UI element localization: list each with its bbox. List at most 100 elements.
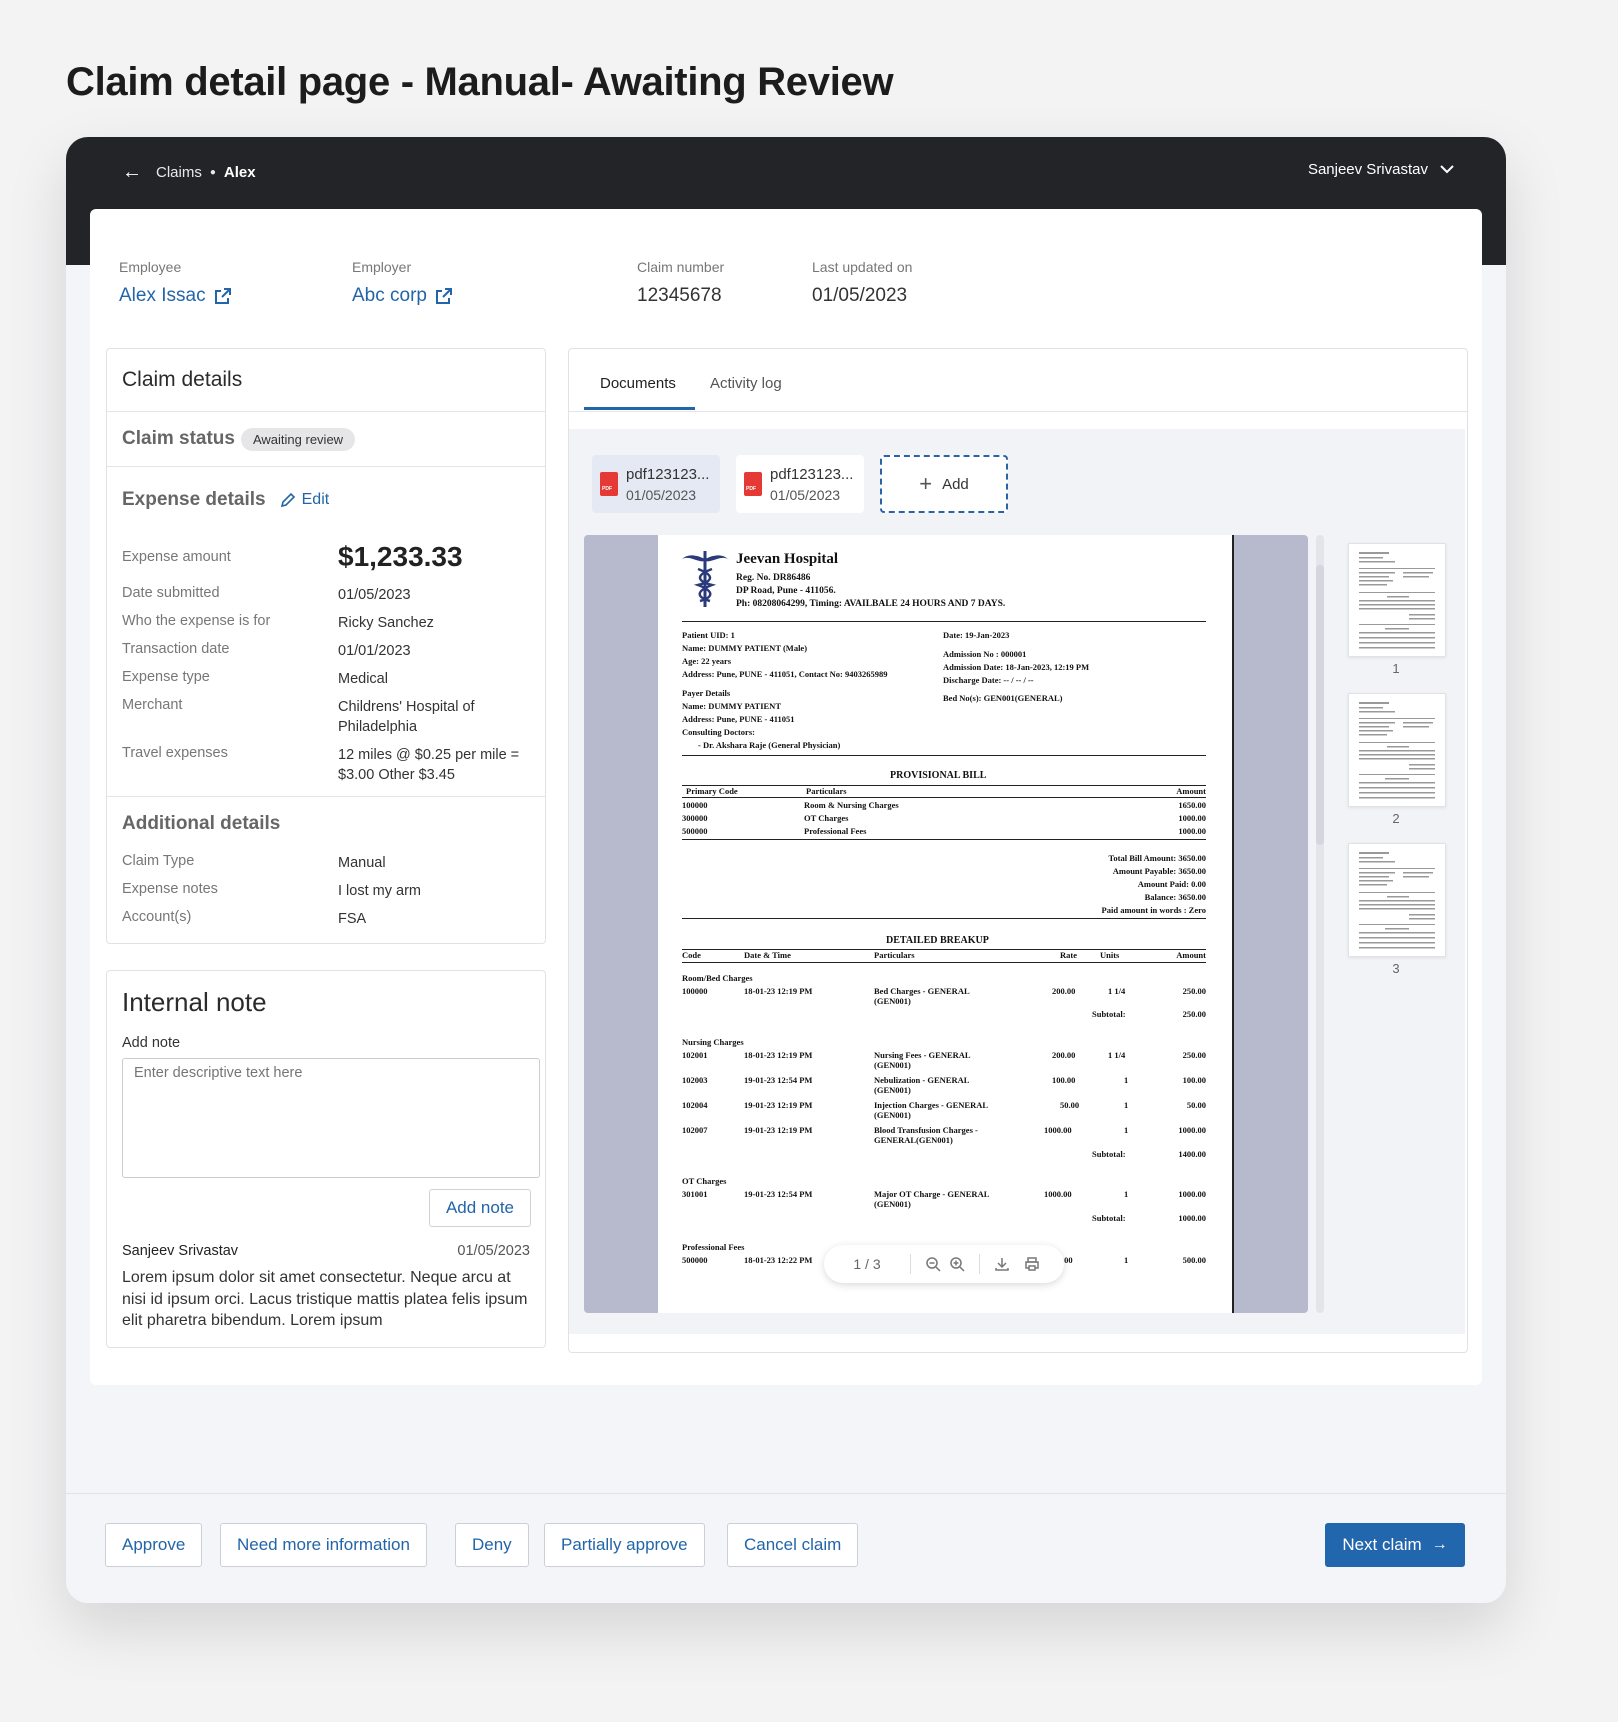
file-date: 01/05/2023	[626, 486, 697, 503]
divider	[682, 839, 1206, 840]
breakup-header-units: Units	[1100, 950, 1120, 960]
app-window: ← Claims ● Alex Sanjeev Srivastav Employ…	[66, 137, 1506, 1603]
breakup-cell: (GEN001)	[874, 1199, 911, 1209]
page-title: Claim detail page - Manual- Awaiting Rev…	[66, 60, 894, 104]
claim-number-info: Claim number 12345678	[637, 259, 724, 307]
subtotal-label: Subtotal:	[1092, 1009, 1126, 1019]
add-document-button[interactable]: + Add	[880, 455, 1008, 513]
breadcrumb-separator: ●	[209, 167, 216, 178]
expense-row: Date submitted 01/05/2023	[122, 585, 535, 605]
bill-date: Date: 19-Jan-2023	[943, 630, 1010, 640]
file-name: pdf123123...	[626, 465, 710, 483]
page-thumbnail[interactable]	[1348, 543, 1446, 657]
internal-note-panel: Internal note Add note Add note Sanjeev …	[106, 970, 546, 1348]
employee-link[interactable]: Alex Issac	[119, 285, 232, 307]
prov-header-particulars: Particulars	[806, 786, 847, 796]
pdf-toolbar: 1 / 3	[824, 1245, 1064, 1283]
expense-row: Transaction date 01/01/2023	[122, 641, 535, 661]
amount-in-words: Paid amount in words : Zero	[1101, 905, 1206, 915]
page-thumbnail[interactable]	[1348, 693, 1446, 807]
employer-link[interactable]: Abc corp	[352, 285, 453, 307]
employer-name[interactable]: Abc corp	[352, 285, 427, 307]
additional-row: Claim Type Manual	[122, 853, 535, 873]
breakup-cell: 18-01-23 12:19 PM	[744, 986, 813, 996]
user-menu[interactable]: Sanjeev Srivastav	[1308, 161, 1454, 178]
expense-row-key: Expense type	[122, 669, 210, 685]
breakup-cell: Nebulization - GENERAL	[874, 1075, 970, 1085]
subtotal-value: 1400.00	[1178, 1149, 1206, 1159]
claim-status-label: Claim status	[122, 428, 235, 449]
edit-button[interactable]: Edit	[280, 491, 330, 509]
prov-header-amount: Amount	[1176, 786, 1206, 796]
expense-details-section: Expense details Edit Expense amount $1,2…	[107, 467, 545, 797]
balance: Balance: 3650.00	[1144, 892, 1206, 902]
patient-address: Address: Pune, PUNE - 411051, Contact No…	[682, 669, 888, 679]
back-arrow-icon[interactable]: ←	[122, 161, 142, 184]
expense-row: Merchant Childrens' Hospital of Philadel…	[122, 697, 535, 737]
prov-row-code: 100000	[682, 800, 708, 810]
subtotal-label: Subtotal:	[1092, 1213, 1126, 1223]
breakup-cell: (GEN001)	[874, 1110, 911, 1120]
expense-row-key: Expense amount	[122, 549, 231, 565]
divider	[682, 621, 1206, 622]
need-more-info-button[interactable]: Need more information	[220, 1523, 427, 1567]
breakup-cell: 102004	[682, 1100, 708, 1110]
expense-row-value: Ricky Sanchez	[338, 615, 434, 631]
breakup-cell: 1	[1124, 1100, 1129, 1110]
external-link-icon[interactable]	[214, 287, 232, 305]
zoom-in-icon[interactable]	[949, 1256, 965, 1272]
page-thumbnail[interactable]	[1348, 843, 1446, 957]
partially-approve-button[interactable]: Partially approve	[544, 1523, 705, 1567]
admission-no: Admission No : 000001	[943, 649, 1027, 659]
file-chip[interactable]: pdf123123... 01/05/2023	[736, 455, 864, 513]
employee-name[interactable]: Alex Issac	[119, 285, 206, 307]
additional-row-value: I lost my arm	[338, 883, 421, 899]
add-document-label[interactable]: Add	[942, 476, 969, 493]
admission-date: Admission Date: 18-Jan-2023, 12:19 PM	[943, 662, 1090, 672]
approve-button[interactable]: Approve	[105, 1523, 203, 1567]
file-chip[interactable]: pdf123123... 01/05/2023	[592, 455, 720, 513]
expense-row-key: Who the expense is for	[122, 613, 271, 629]
deny-button[interactable]: Deny	[455, 1523, 529, 1567]
breakup-cell: 18-01-23 12:19 PM	[744, 1050, 813, 1060]
prov-row-code: 300000	[682, 813, 708, 823]
breakup-header-code: Code	[682, 950, 701, 960]
edit-label[interactable]: Edit	[302, 491, 330, 509]
pdf-page: Jeevan Hospital Reg. No. DR86486 DP Road…	[658, 535, 1234, 1313]
subtotal-value: 250.00	[1182, 1009, 1206, 1019]
prov-row-particulars: OT Charges	[804, 813, 849, 823]
hospital-reg: Reg. No. DR86486	[736, 573, 811, 583]
breadcrumb-root[interactable]: Claims	[156, 164, 202, 181]
divider	[682, 755, 1206, 756]
prov-header-code: Primary Code	[686, 786, 738, 796]
file-name: pdf123123...	[770, 465, 854, 483]
viewer-scrollbar[interactable]	[1316, 535, 1324, 1313]
expense-row-key: Merchant	[122, 697, 183, 713]
payer-address: Address: Pune, PUNE - 411051	[682, 714, 795, 724]
pdf-icon	[600, 472, 618, 496]
download-icon[interactable]	[994, 1256, 1010, 1272]
breakup-cell: 19-01-23 12:19 PM	[744, 1100, 813, 1110]
note-textarea[interactable]	[122, 1058, 540, 1178]
expense-row: Who the expense is for Ricky Sanchez	[122, 613, 535, 633]
tab-documents[interactable]: Documents	[600, 375, 676, 392]
external-link-icon[interactable]	[435, 287, 453, 305]
cancel-claim-button[interactable]: Cancel claim	[727, 1523, 859, 1567]
additional-row-value: FSA	[338, 911, 367, 927]
scrollbar-thumb[interactable]	[1316, 565, 1324, 845]
breakup-cell: 50.00	[1060, 1100, 1080, 1110]
group-room: Room/Bed Charges	[682, 973, 753, 983]
breakup-header-datetime: Date & Time	[744, 950, 791, 960]
add-note-button[interactable]: Add note	[428, 1189, 531, 1227]
employee-info: Employee Alex Issac	[119, 259, 232, 307]
next-claim-button[interactable]: Next claim →	[1325, 1523, 1465, 1567]
zoom-out-icon[interactable]	[925, 1256, 941, 1272]
print-icon[interactable]	[1024, 1256, 1040, 1272]
next-claim-label[interactable]: Next claim	[1342, 1535, 1421, 1555]
pdf-viewer[interactable]: Jeevan Hospital Reg. No. DR86486 DP Road…	[584, 535, 1308, 1313]
note-text: Lorem ipsum dolor sit amet consectetur. …	[122, 1269, 528, 1329]
hospital-name: Jeevan Hospital	[736, 551, 839, 567]
breakup-title: DETAILED BREAKUP	[886, 935, 989, 946]
tab-activity-log[interactable]: Activity log	[710, 375, 782, 392]
last-updated-info: Last updated on 01/05/2023	[812, 259, 912, 307]
